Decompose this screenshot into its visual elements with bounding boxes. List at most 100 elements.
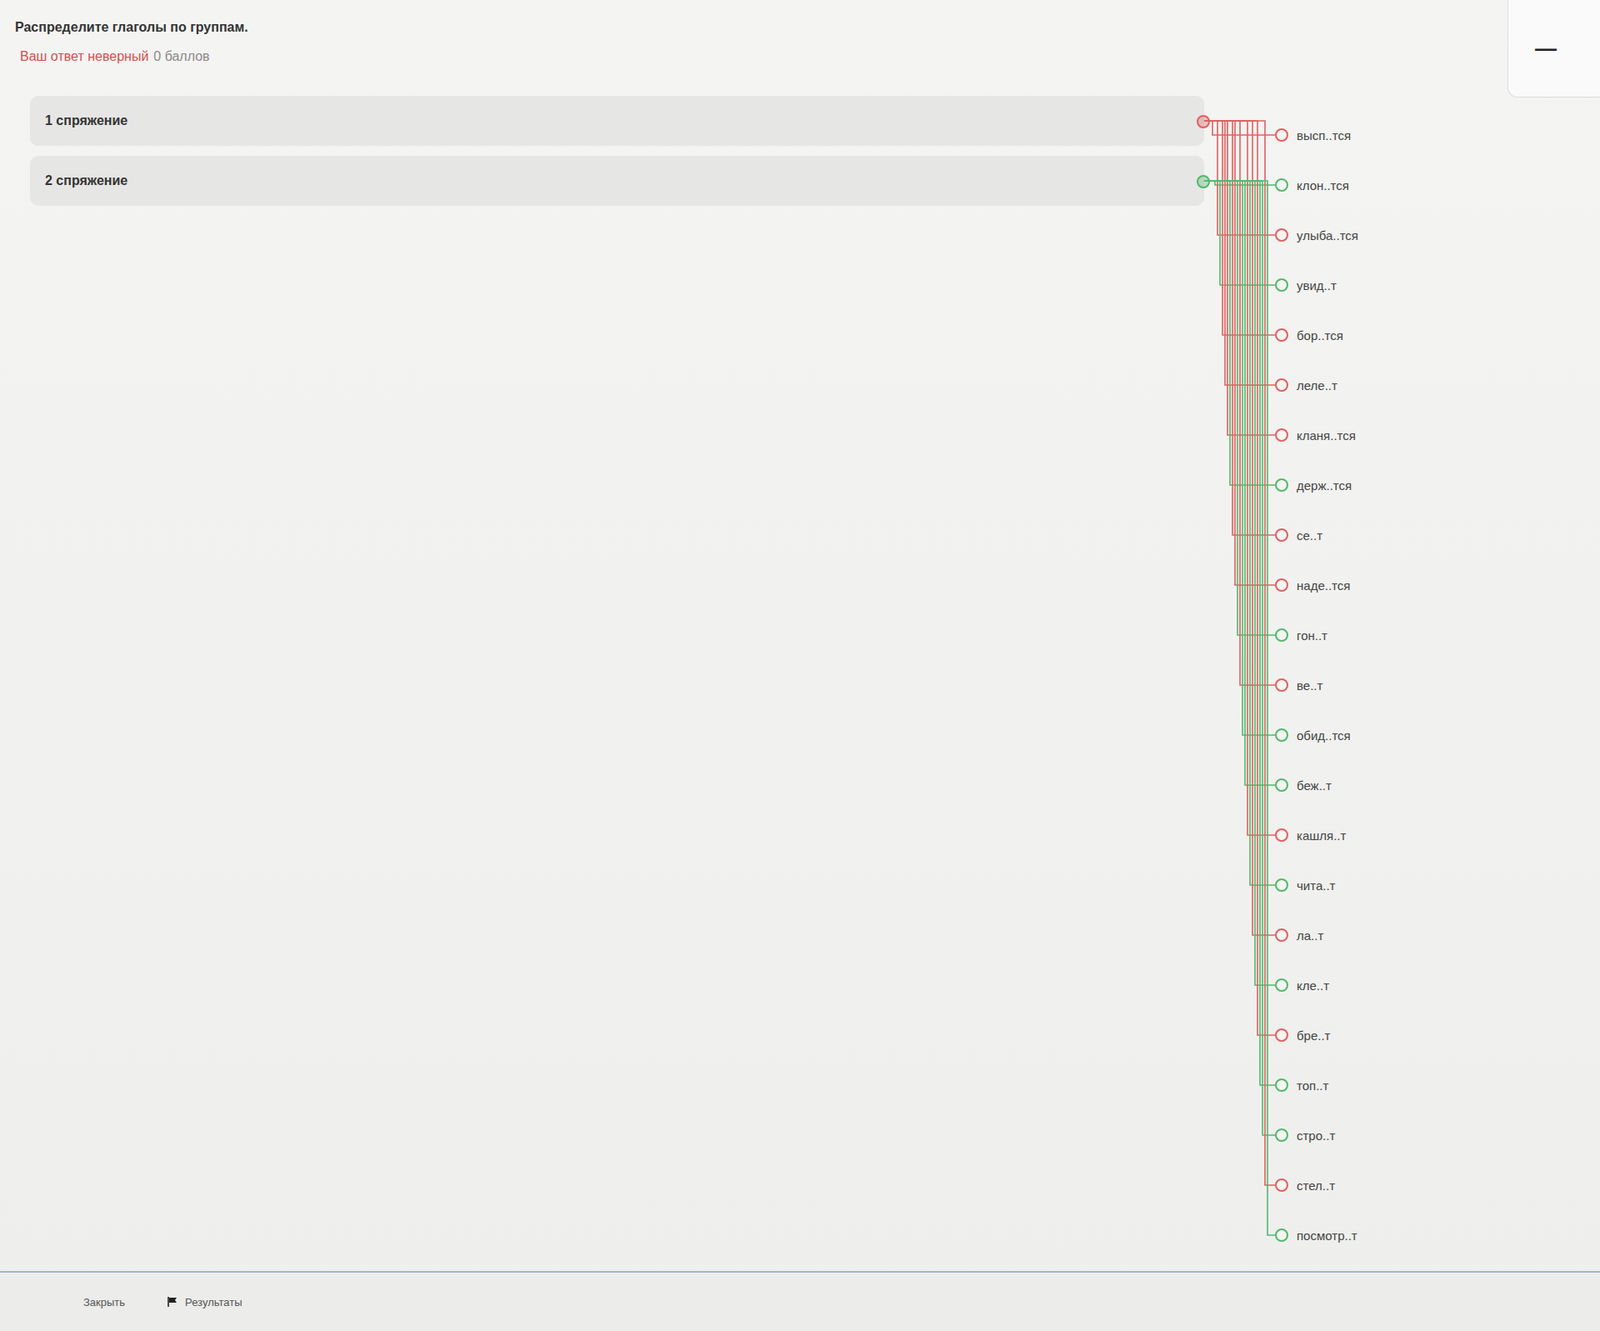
verb-label: клон..тся [1296,178,1350,193]
verb-connector[interactable] [1275,928,1289,942]
verb-label: высп..тся [1296,128,1351,143]
group-list: 1 спряжение 2 спряжение [0,95,1205,1277]
verb-item[interactable]: увид..т [1204,260,1600,310]
connection-line [1204,120,1275,335]
verb-label: леле..т [1296,378,1338,393]
verb-item[interactable]: посмотр..т [1204,1210,1600,1260]
verb-label: держ..тся [1296,478,1352,493]
verb-label: посмотр..т [1296,1228,1358,1243]
verb-label: кланя..тся [1296,428,1356,443]
verb-item[interactable]: бре..т [1204,1010,1600,1060]
verb-connector[interactable] [1275,878,1289,892]
connection-line [1204,120,1275,935]
verb-connector[interactable] [1275,1228,1289,1242]
connection-line [1204,120,1275,585]
verb-item[interactable]: обид..тся [1204,710,1600,760]
verb-item[interactable]: гон..т [1204,610,1600,660]
results-button[interactable]: Результаты [158,1290,250,1314]
verb-label: се..т [1296,528,1323,543]
connection-line [1204,120,1275,385]
group-box[interactable]: 1 спряжение [30,95,1205,146]
verb-connector[interactable] [1275,1178,1289,1192]
group-box[interactable]: 2 спряжение [30,155,1205,206]
verb-item[interactable]: высп..тся [1204,110,1600,160]
verb-item[interactable]: кашля..т [1204,810,1600,860]
verb-connector[interactable] [1275,978,1289,992]
group-label: 2 спряжение [45,173,128,189]
connection-line [1204,180,1275,1135]
verb-label: стро..т [1296,1128,1335,1143]
connection-line [1204,120,1275,435]
verb-label: ла..т [1296,928,1324,943]
verb-label: бре..т [1296,1028,1330,1043]
verb-connector[interactable] [1275,428,1289,442]
connection-line [1204,180,1275,285]
verb-label: кашля..т [1296,828,1346,843]
results-label: Результаты [185,1295,242,1309]
result-line: Ваш ответ неверный0 баллов [20,49,1600,65]
verb-item[interactable]: ве..т [1204,660,1600,710]
connection-line [1204,180,1275,1235]
flag-icon [166,1295,179,1308]
verb-label: беж..т [1296,778,1332,793]
group-label: 1 спряжение [45,113,128,129]
verb-connector[interactable] [1275,1128,1289,1142]
verb-connector[interactable] [1275,328,1289,342]
matching-board: 1 спряжение 2 спряжение высп..тся клон..тся… [0,95,1600,1277]
verb-item[interactable]: клон..тся [1204,160,1600,210]
verb-item[interactable]: стел..т [1204,1160,1600,1210]
verb-list: высп..тся клон..тся улыба..тся увид..т бор..… [1204,95,1600,1277]
verb-item[interactable]: улыба..тся [1204,210,1600,260]
connection-line [1204,120,1275,685]
verb-connector[interactable] [1275,378,1289,392]
connection-line [1204,120,1275,235]
verb-item[interactable]: кле..т [1204,960,1600,1010]
close-button[interactable]: Закрыть [75,1290,134,1314]
verb-connector[interactable] [1275,828,1289,842]
verb-item[interactable]: топ..т [1204,1060,1600,1110]
task-title: Распределите глаголы по группам. [15,20,1600,35]
group-anchor[interactable] [1196,115,1210,129]
verb-item[interactable]: стро..т [1204,1110,1600,1160]
verb-connector[interactable] [1275,728,1289,742]
connection-line [1204,180,1275,735]
group-anchor[interactable] [1196,175,1210,189]
verb-connector[interactable] [1275,128,1289,142]
verb-label: увид..т [1296,278,1337,293]
verb-connector[interactable] [1275,528,1289,542]
verb-connector[interactable] [1275,628,1289,642]
verb-connector[interactable] [1275,678,1289,692]
connection-line [1204,120,1275,1035]
verb-item[interactable]: чита..т [1204,860,1600,910]
connection-line [1204,180,1275,885]
corner-panel: — [1507,0,1600,98]
verb-connector[interactable] [1275,228,1289,242]
verb-item[interactable]: наде..тся [1204,560,1600,610]
verb-label: топ..т [1296,1078,1329,1093]
verb-connector[interactable] [1275,478,1289,492]
verb-label: бор..тся [1296,328,1344,343]
connection-line [1204,180,1275,1085]
verb-connector[interactable] [1275,178,1289,192]
verb-item[interactable]: беж..т [1204,760,1600,810]
verb-label: ве..т [1296,678,1323,693]
verb-label: кле..т [1296,978,1330,993]
verb-connector[interactable] [1275,778,1289,792]
verb-item[interactable]: держ..тся [1204,460,1600,510]
verb-label: наде..тся [1296,578,1350,593]
verb-connector[interactable] [1275,278,1289,292]
score-text: 0 баллов [153,49,210,65]
verb-item[interactable]: леле..т [1204,360,1600,410]
minimize-button[interactable]: — [1528,32,1564,65]
verb-item[interactable]: бор..тся [1204,310,1600,360]
verb-connector[interactable] [1275,578,1289,592]
verb-connector[interactable] [1275,1078,1289,1092]
connection-line [1204,120,1275,535]
verb-label: обид..тся [1296,728,1351,743]
verb-connector[interactable] [1275,1028,1289,1042]
verb-item[interactable]: ла..т [1204,910,1600,960]
verb-item[interactable]: се..т [1204,510,1600,560]
task-header: Распределите глаголы по группам. Ваш отве… [0,0,1600,96]
quiz-page: Распределите глаголы по группам. Ваш отве… [0,0,1600,1331]
verb-item[interactable]: кланя..тся [1204,410,1600,460]
